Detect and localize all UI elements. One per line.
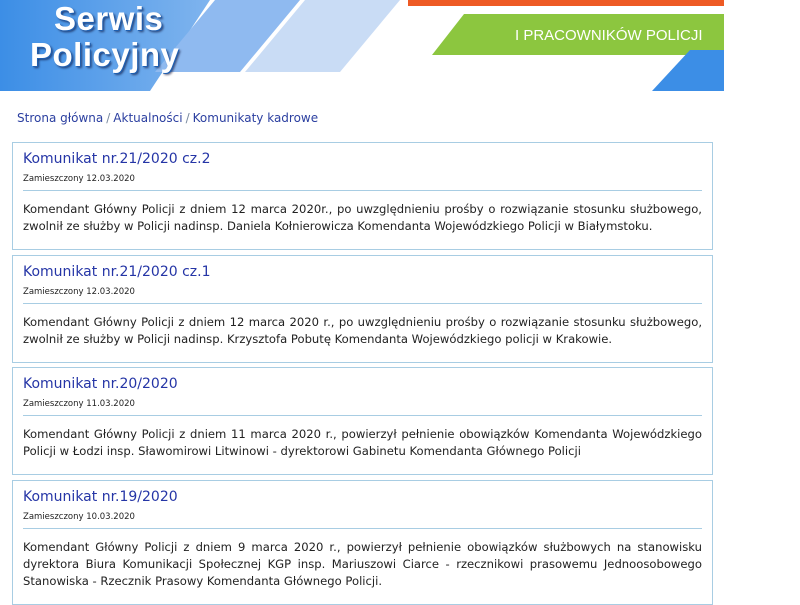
article-title[interactable]: Komunikat nr.20/2020 — [23, 376, 178, 392]
article-body: Komendant Główny Policji z dniem 11 marc… — [23, 427, 702, 458]
breadcrumb-current[interactable]: Komunikaty kadrowe — [193, 111, 318, 125]
logo-text-serwis: Serwis — [54, 0, 164, 37]
breadcrumb: Strona główna / Aktualności / Komunikaty kad… — [17, 111, 318, 125]
article-card: Komunikat nr.19/2020 Zamieszczony 10.03.… — [12, 480, 713, 605]
article-title[interactable]: Komunikat nr.21/2020 cz.1 — [23, 264, 211, 280]
article-date: Zamieszczony 10.03.2020 — [23, 512, 135, 522]
article-card: Komunikat nr.21/2020 cz.2 Zamieszczony 1… — [12, 142, 713, 250]
article-body: Komendant Główny Policji z dniem 12 marc… — [23, 315, 702, 346]
breadcrumb-separator: / — [106, 111, 111, 125]
article-date: Zamieszczony 12.03.2020 — [23, 174, 135, 184]
article-divider — [23, 190, 702, 191]
article-date: Zamieszczony 12.03.2020 — [23, 287, 135, 297]
article-divider — [23, 415, 702, 416]
breadcrumb-home[interactable]: Strona główna — [17, 111, 103, 125]
logo-text-policyjny: Policyjny — [30, 36, 180, 73]
article-card: Komunikat nr.21/2020 cz.1 Zamieszczony 1… — [12, 255, 713, 363]
article-body: Komendant Główny Policji z dniem 12 marc… — [23, 202, 702, 233]
breadcrumb-separator: / — [185, 111, 190, 125]
banner-orange-bar — [408, 0, 724, 6]
article-date: Zamieszczony 11.03.2020 — [23, 399, 135, 409]
header-banner: Serwis Policyjny I PRACOWNIKÓW POLICJI — [0, 0, 724, 91]
breadcrumb-news[interactable]: Aktualności — [113, 111, 182, 125]
banner-blue-corner — [652, 50, 724, 91]
article-divider — [23, 303, 702, 304]
article-title[interactable]: Komunikat nr.21/2020 cz.2 — [23, 151, 211, 167]
banner-subtitle: I PRACOWNIKÓW POLICJI — [515, 27, 703, 44]
article-card: Komunikat nr.20/2020 Zamieszczony 11.03.… — [12, 367, 713, 475]
article-divider — [23, 528, 702, 529]
article-title[interactable]: Komunikat nr.19/2020 — [23, 489, 178, 505]
article-body: Komendant Główny Policji z dniem 9 marca… — [23, 540, 702, 588]
